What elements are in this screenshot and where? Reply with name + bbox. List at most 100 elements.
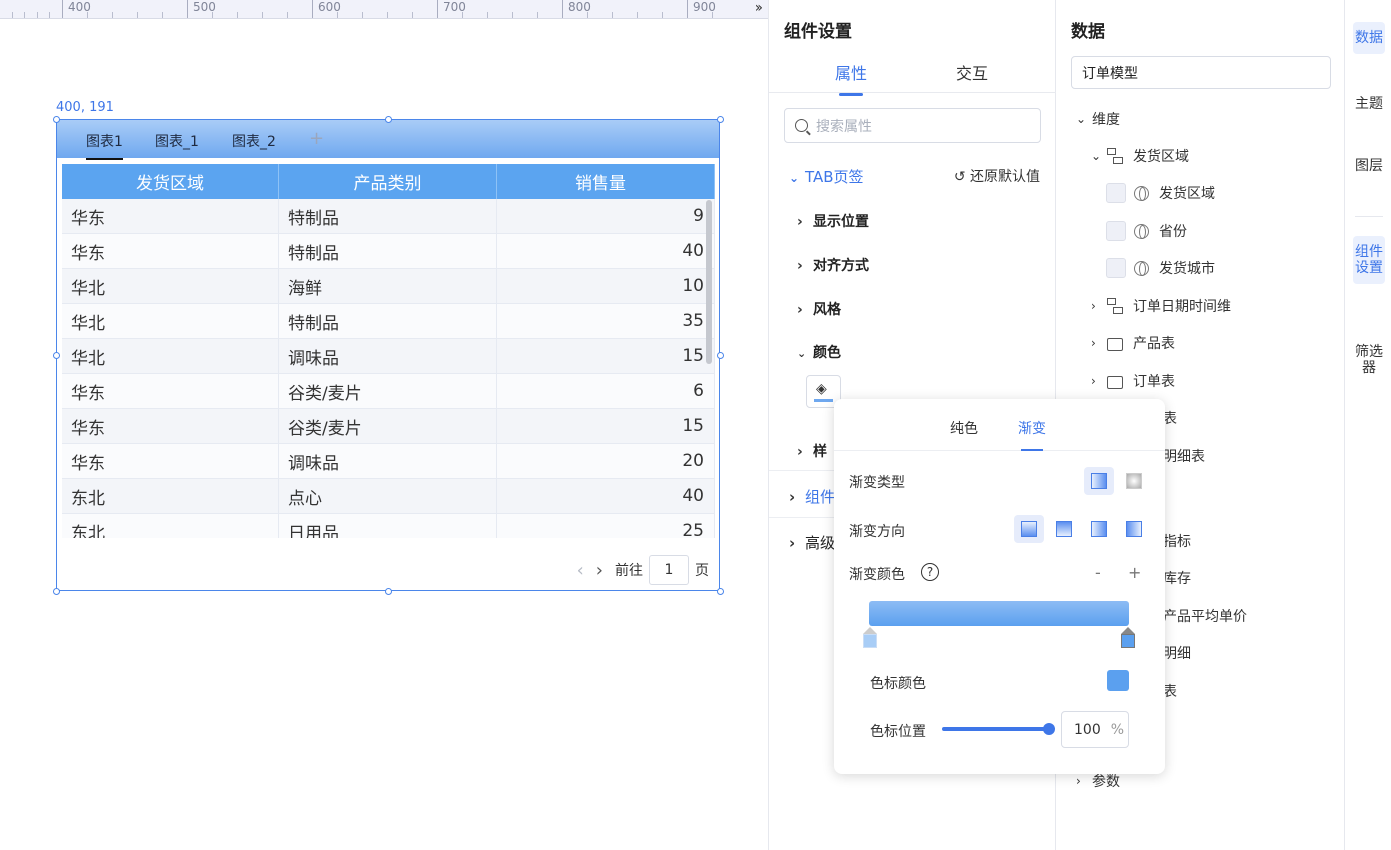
tree-measure[interactable]: 库存 (1163, 568, 1191, 588)
prop-label: 风格 (813, 302, 841, 318)
add-stop-button[interactable]: + (1128, 563, 1141, 582)
property-search-input[interactable]: 搜索属性 (784, 108, 1041, 143)
tree-field[interactable]: 发货区域 (1106, 183, 1215, 203)
gradient-preview-bar[interactable] (869, 601, 1129, 626)
color-stop-start[interactable] (863, 627, 877, 649)
tree-parameters[interactable]: › 参数 (1076, 771, 1120, 791)
slider-handle[interactable] (1043, 723, 1055, 735)
resize-handle[interactable] (53, 352, 60, 359)
stop-position-slider[interactable] (942, 727, 1049, 731)
prop-label: 显示位置 (813, 214, 869, 230)
prop-color[interactable]: ⌄ 颜色 (797, 342, 841, 362)
stop-position-input[interactable]: 100 % (1061, 711, 1129, 748)
resize-handle[interactable] (717, 588, 724, 595)
table-scrollbar[interactable] (706, 200, 712, 364)
prop-style-partial[interactable]: › 样 (797, 441, 827, 461)
tree-date-hierarchy[interactable]: › 订单日期时间维 (1091, 296, 1231, 316)
table-row: 华北 特制品 35 (62, 304, 715, 339)
field-checkbox[interactable] (1106, 183, 1126, 203)
stop-position-value: 100 (1074, 721, 1101, 738)
prev-page-icon[interactable]: ‹ (577, 560, 584, 581)
color-stop-end[interactable] (1121, 627, 1135, 649)
tree-folder[interactable]: › 订单表 (1091, 371, 1175, 391)
collapse-panel-icon[interactable]: ›› (755, 0, 763, 17)
widget-tab-1[interactable]: 图表1 (86, 131, 123, 160)
column-header[interactable]: 发货区域 (62, 164, 279, 199)
prop-style[interactable]: › 风格 (797, 299, 841, 319)
radial-gradient-option[interactable] (1119, 467, 1149, 495)
section-advanced[interactable]: › 高级 (789, 532, 835, 553)
stop-color-swatch[interactable] (1107, 670, 1129, 691)
resize-handle[interactable] (717, 352, 724, 359)
section-component[interactable]: › 组件 (789, 486, 835, 507)
table-cell: 9 (497, 199, 715, 233)
remove-stop-button[interactable]: - (1095, 563, 1101, 582)
prop-display-position[interactable]: › 显示位置 (797, 211, 869, 231)
tree-measure[interactable]: 指标 (1163, 531, 1191, 551)
linear-gradient-option[interactable] (1084, 467, 1114, 495)
chevron-right-icon: › (797, 302, 803, 318)
table-cell: 华东 (62, 374, 279, 408)
ruler-tick (437, 0, 438, 18)
chevron-down-icon: ⌄ (1091, 149, 1102, 163)
tree-region-hierarchy[interactable]: ⌄ 发货区域 (1091, 146, 1189, 166)
widget-tab-2[interactable]: 图表_1 (155, 131, 199, 151)
tab-properties[interactable]: 属性 (835, 60, 867, 96)
table-cell: 东北 (62, 514, 279, 538)
rail-layers[interactable]: 图层 (1353, 150, 1385, 182)
field-checkbox[interactable] (1106, 258, 1126, 278)
widget-tabbar: 图表1 图表_1 图表_2 + (57, 120, 719, 160)
tab-gradient[interactable]: 渐变 (1018, 418, 1046, 451)
section-tab-label[interactable]: ⌄ TAB页签 (789, 166, 864, 187)
widget-tab-3[interactable]: 图表_2 (232, 131, 276, 151)
resize-handle[interactable] (717, 116, 724, 123)
direction-right-left[interactable] (1119, 515, 1149, 543)
direction-left-right[interactable] (1084, 515, 1114, 543)
canvas-area[interactable]: 400 500 600 700 800 900 ›› 400, 191 图表1 … (0, 0, 768, 850)
column-header[interactable]: 销售量 (497, 164, 715, 199)
direction-bottom-top[interactable] (1049, 515, 1079, 543)
tree-measure[interactable]: 表 (1163, 681, 1177, 701)
resize-handle[interactable] (53, 116, 60, 123)
tree-folder[interactable]: 表 (1163, 408, 1177, 428)
model-select[interactable]: 订单模型 (1071, 56, 1331, 89)
reset-default-button[interactable]: ↺ 还原默认值 (954, 166, 1040, 186)
rail-filters[interactable]: 筛选器 (1353, 336, 1385, 384)
rail-divider (1355, 216, 1383, 217)
prop-alignment[interactable]: › 对齐方式 (797, 255, 869, 275)
column-header[interactable]: 产品类别 (279, 164, 497, 199)
rail-component-settings[interactable]: 组件设置 (1353, 236, 1385, 284)
next-page-icon[interactable]: › (596, 560, 603, 581)
rail-data[interactable]: 数据 (1353, 22, 1385, 54)
tree-label: 发货区域 (1133, 149, 1189, 165)
field-checkbox[interactable] (1106, 221, 1126, 241)
section-title: 高级 (805, 534, 836, 552)
prop-label: 颜色 (813, 345, 841, 361)
add-tab-icon[interactable]: + (309, 128, 324, 149)
tree-field[interactable]: 省份 (1106, 221, 1187, 241)
tree-dimension[interactable]: ⌄ 维度 (1076, 109, 1120, 129)
help-icon[interactable]: ? (921, 563, 939, 581)
resize-handle[interactable] (385, 588, 392, 595)
page-number-input[interactable]: 1 (649, 555, 689, 585)
tab-solid-color[interactable]: 纯色 (950, 418, 978, 438)
stop-color-label: 色标颜色 (870, 676, 926, 692)
tree-field[interactable]: 发货城市 (1106, 258, 1215, 278)
gradient-type-label: 渐变类型 (849, 475, 905, 491)
tree-measure[interactable]: 明细 (1163, 643, 1191, 663)
tree-measure[interactable]: 产品平均单价 (1163, 606, 1247, 626)
resize-handle[interactable] (53, 588, 60, 595)
tab-interaction[interactable]: 交互 (956, 60, 988, 84)
chevron-right-icon: › (1076, 774, 1081, 788)
tree-folder[interactable]: › 产品表 (1091, 333, 1175, 353)
resize-handle[interactable] (385, 116, 392, 123)
direction-top-bottom[interactable] (1014, 515, 1044, 543)
gradient-down-icon (1021, 521, 1037, 537)
folder-icon (1107, 337, 1123, 351)
rail-theme[interactable]: 主题 (1353, 88, 1385, 120)
gradient-up-icon (1056, 521, 1072, 537)
settings-tabs: 属性 交互 (769, 50, 1056, 96)
tab-table-widget[interactable]: 图表1 图表_1 图表_2 + 发货区域 产品类别 销售量 华东 特制品 9 华东特… (56, 119, 720, 591)
undo-icon: ↺ (953, 169, 966, 185)
tree-folder[interactable]: 明细表 (1163, 446, 1205, 466)
